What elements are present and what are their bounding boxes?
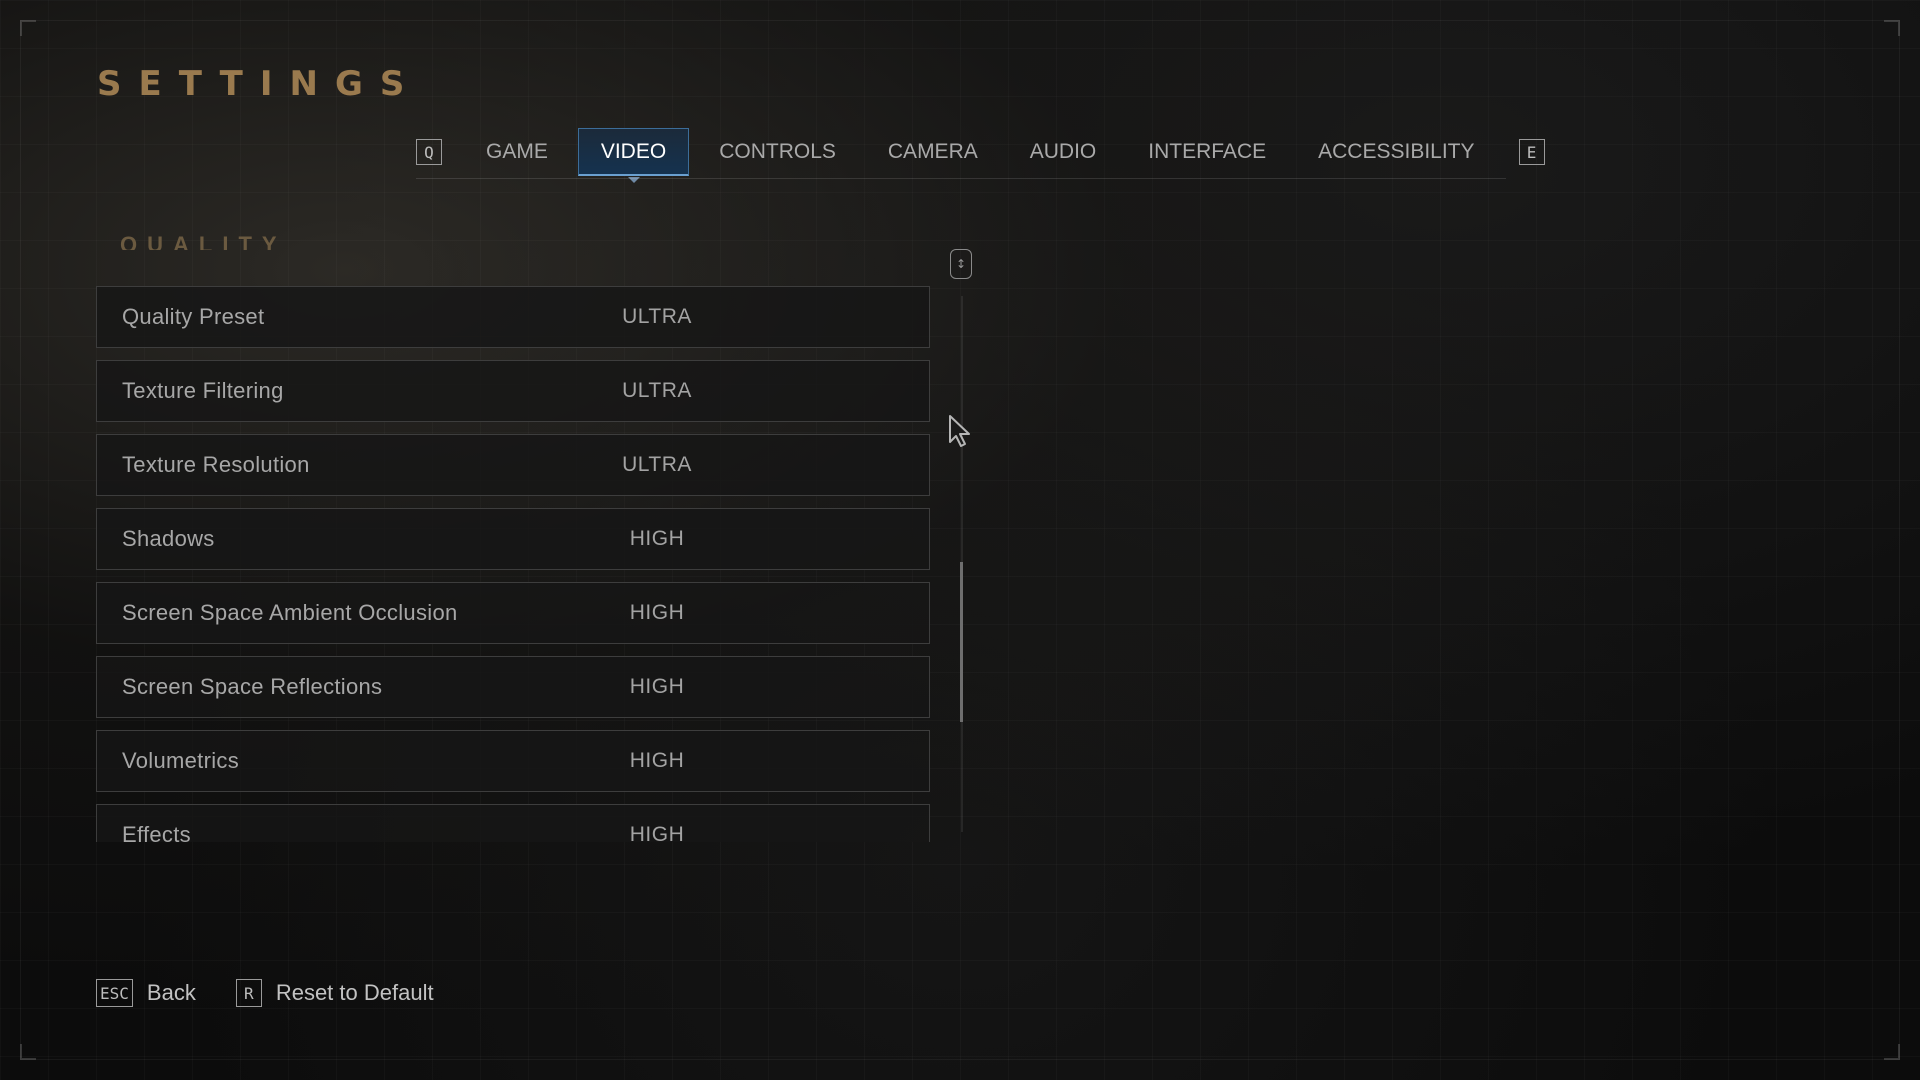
reset-key[interactable]: R [235,979,262,1007]
setting-value[interactable]: HIGH [490,527,824,551]
setting-label: Texture Resolution [122,452,310,477]
frame-corner [20,20,36,36]
back-button[interactable]: Back [147,980,196,1006]
setting-label: Effects [122,822,191,842]
tab-video[interactable]: VIDEO [577,128,690,183]
frame-corner [1884,20,1900,36]
page-title: SETTINGS [97,64,422,104]
tab-game[interactable]: GAME [464,128,570,176]
scrollbar-thumb[interactable] [960,562,963,722]
mouse-cursor-icon [949,415,970,447]
setting-row-ssr[interactable]: Screen Space Reflections HIGH [96,656,930,718]
setting-row-texture-filtering[interactable]: Texture Filtering ULTRA [96,360,930,422]
tab-bar-divider [416,178,1506,179]
setting-value[interactable]: ULTRA [490,379,824,403]
setting-label: Texture Filtering [122,378,284,403]
setting-row-volumetrics[interactable]: Volumetrics HIGH [96,730,930,792]
setting-value[interactable]: HIGH [490,601,824,625]
tab-video-label: VIDEO [600,139,667,163]
setting-row-shadows[interactable]: Shadows HIGH [96,508,930,570]
tab-bar: Q GAME VIDEO CONTROLS CAMERA AUDIO INTER… [416,128,1545,183]
setting-label: Volumetrics [122,748,240,773]
setting-row-effects[interactable]: Effects HIGH [96,804,930,842]
setting-row-ssao[interactable]: Screen Space Ambient Occlusion HIGH [96,582,930,644]
scroll-updown-icon: ↕ [950,249,972,279]
setting-label: Quality Preset [122,304,265,329]
tab-controls[interactable]: CONTROLS [697,128,858,176]
setting-label: Shadows [122,526,215,551]
back-key[interactable]: ESC [96,979,133,1007]
section-heading: QUALITY [120,232,287,250]
footer-hints: ESC Back R Reset to Default [96,979,474,1007]
setting-row-quality-preset[interactable]: Quality Preset ULTRA [96,286,930,348]
tab-camera[interactable]: CAMERA [866,128,1000,176]
setting-row-texture-resolution[interactable]: Texture Resolution ULTRA [96,434,930,496]
prev-tab-key[interactable]: Q [416,139,442,165]
frame-corner [1884,1044,1900,1060]
reset-to-default-button[interactable]: Reset to Default [276,980,434,1006]
setting-label: Screen Space Ambient Occlusion [122,600,458,625]
settings-list: Quality Preset ULTRA Texture Filtering U… [96,286,930,842]
next-tab-key[interactable]: E [1518,139,1545,165]
frame-corner [20,1044,36,1060]
setting-value[interactable]: HIGH [490,749,824,773]
setting-value[interactable]: ULTRA [490,453,824,477]
tab-accessibility[interactable]: ACCESSIBILITY [1296,128,1496,176]
setting-value[interactable]: ULTRA [490,305,824,329]
tab-audio[interactable]: AUDIO [1008,128,1119,176]
setting-value[interactable]: HIGH [490,823,824,842]
tab-interface[interactable]: INTERFACE [1126,128,1288,176]
setting-label: Screen Space Reflections [122,674,383,699]
setting-value[interactable]: HIGH [490,675,824,699]
settings-screen: SETTINGS Q GAME VIDEO CONTROLS CAMERA AU… [0,0,1920,1080]
